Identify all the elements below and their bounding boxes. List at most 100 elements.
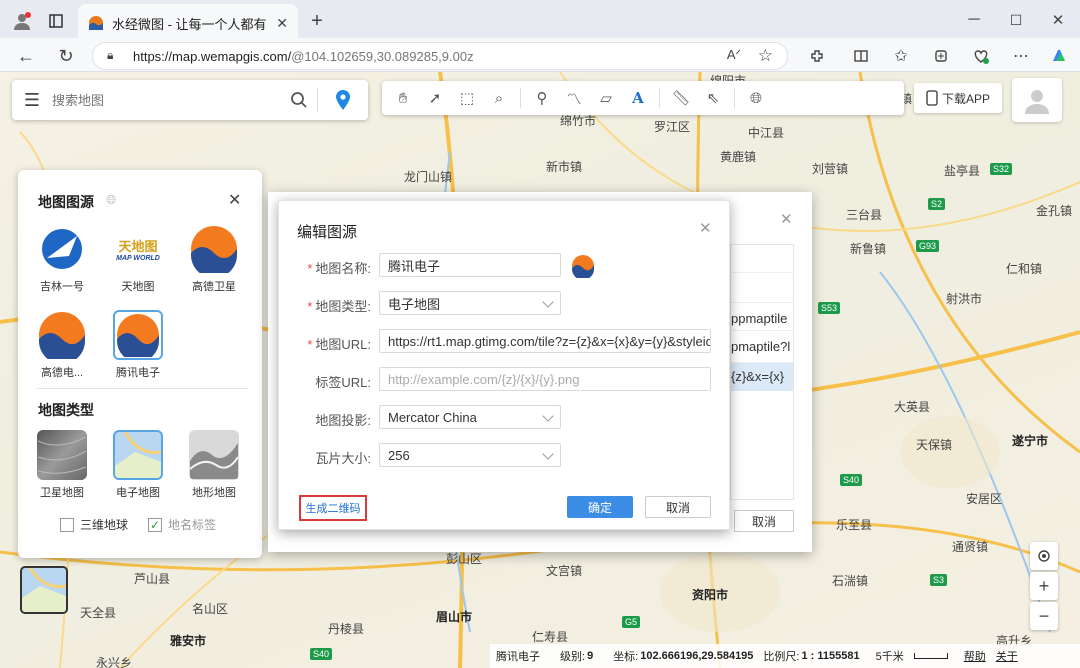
name-input[interactable]: 腾讯电子	[379, 253, 561, 277]
pan-hand-icon[interactable]: ✋︎	[392, 87, 414, 109]
back-icon[interactable]: ←	[14, 44, 38, 68]
tab-close-icon[interactable]: ✕	[276, 15, 288, 32]
status-bar: 腾讯电子 级别: 9 坐标: 102.666196,29.584195 比例尺: 1 …	[490, 644, 1080, 668]
toolbar-divider	[734, 88, 735, 108]
confirm-button[interactable]: 确定	[567, 496, 633, 518]
source-gaode-map[interactable]: 高德电...	[34, 310, 90, 380]
reload-icon[interactable]: ↻	[54, 44, 78, 68]
dialog-close-icon[interactable]: ✕	[699, 219, 712, 237]
copilot-icon[interactable]	[1048, 45, 1070, 67]
place-label: 乐至县	[836, 518, 873, 532]
source-label: 吉林一号	[40, 281, 84, 293]
checkbox-box[interactable]	[60, 517, 74, 532]
read-aloud-icon[interactable]: A͏ᐟ	[727, 47, 741, 63]
measure-ruler-icon[interactable]: 📏︎	[670, 87, 692, 109]
new-tab-icon[interactable]: +	[306, 10, 328, 32]
projection-select[interactable]: Mercator China	[379, 405, 561, 429]
chevron-down-icon	[542, 448, 554, 460]
panel-divider	[36, 388, 248, 389]
lock-icon[interactable]: 🔒︎	[107, 48, 113, 63]
address-bar[interactable]: 🔒︎ https://map.wemapgis.com/@104.102659,…	[92, 42, 788, 70]
layer-switch-button[interactable]	[20, 566, 68, 614]
search-input[interactable]	[52, 92, 281, 108]
tag-url-label: 标签URL:	[315, 375, 371, 390]
box-select-icon[interactable]: ⬚	[456, 87, 478, 109]
polygon-tool-icon[interactable]: ▱	[595, 87, 617, 109]
help-link[interactable]: 帮助	[964, 648, 986, 664]
favorite-star-icon[interactable]: ☆	[758, 46, 773, 66]
place-label: 龙门山镇	[404, 170, 453, 184]
type-select[interactable]: 电子地图	[379, 291, 561, 315]
checkbox-box-checked[interactable]: ✓	[148, 517, 162, 532]
place-label: 安居区	[966, 492, 1003, 506]
generate-qr-button[interactable]: 生成二维码	[299, 495, 367, 521]
place-label: 雅安市	[170, 634, 207, 648]
profile-icon[interactable]	[10, 9, 34, 33]
search-icon[interactable]	[281, 91, 317, 109]
panel-close-icon[interactable]: ✕	[228, 190, 241, 210]
active-tab[interactable]: 水经微图 - 让每一个人都有自己的 ✕	[78, 4, 298, 42]
type-satellite[interactable]: 卫星地图	[34, 430, 90, 500]
status-source: 腾讯电子	[496, 651, 540, 663]
source-tencent[interactable]: 腾讯电子	[110, 310, 166, 380]
zoom-in-button[interactable]: +	[1030, 572, 1058, 600]
list-cell-selected: {z}&x={x}	[731, 363, 793, 391]
back-dialog-close-icon[interactable]: ✕	[780, 210, 793, 228]
road-shield: S32	[990, 163, 1013, 175]
tab-actions-icon[interactable]	[46, 11, 66, 31]
globe-3d-checkbox[interactable]: 三维地球	[60, 516, 128, 533]
place-label: 仁和镇	[1006, 262, 1043, 276]
select-pointer-icon[interactable]: ➚	[424, 87, 446, 109]
marker-tool-icon[interactable]: ⚲	[531, 87, 553, 109]
globe-icon[interactable]: 🌐︎	[745, 87, 767, 109]
electronic-thumbnail	[113, 430, 163, 480]
more-menu-icon[interactable]: ⋯	[1010, 45, 1032, 67]
tag-url-input[interactable]: http://example.com/{z}/{x}/{y}.png	[379, 367, 711, 391]
extensions-icon[interactable]	[806, 45, 828, 67]
status-level-label: 级别:	[560, 651, 586, 663]
split-screen-icon[interactable]	[850, 45, 872, 67]
type-terrain[interactable]: 地形地图	[186, 430, 242, 500]
back-cancel-button[interactable]: 取消	[734, 510, 794, 532]
place-label: 通贤镇	[952, 540, 989, 554]
menu-icon[interactable]: ☰	[12, 90, 52, 111]
source-gaode-satellite[interactable]: 高德卫星	[186, 224, 242, 294]
place-label-checkbox[interactable]: ✓ 地名标签	[148, 516, 216, 533]
site-favicon	[89, 16, 103, 30]
type-electronic[interactable]: 电子地图	[110, 430, 166, 500]
favorites-icon[interactable]: ✩	[890, 45, 912, 67]
checkbox-label: 三维地球	[80, 518, 129, 532]
phone-icon	[926, 90, 938, 106]
browser-essentials-icon[interactable]	[970, 45, 992, 67]
source-jilin[interactable]: 吉林一号	[34, 224, 90, 294]
scalebar	[913, 653, 948, 659]
url-input[interactable]: https://rt1.map.gtimg.com/tile?z={z}&x={…	[379, 329, 711, 353]
locate-me-button[interactable]	[1030, 542, 1058, 570]
tile-size-select[interactable]: 256	[379, 443, 561, 467]
info-pointer-icon[interactable]: ⇖	[702, 87, 724, 109]
about-link[interactable]: 关于	[996, 648, 1018, 664]
download-app-button[interactable]: 下载APP	[914, 83, 1002, 113]
url-rest: @104.102659,30.089285,9.00z	[291, 48, 474, 64]
zoom-box-icon[interactable]: ⌕	[488, 87, 510, 109]
panel-source-title: 地图图源	[38, 194, 94, 210]
map-toolbar: ✋︎ ➚ ⬚ ⌕ ⚲ 〽 ▱ A 📏︎ ⇖ 🌐︎	[382, 81, 904, 115]
road-shield: G93	[916, 240, 940, 252]
location-pin-icon[interactable]	[318, 89, 368, 111]
panel-type-title: 地图类型	[38, 402, 94, 418]
minimize-icon[interactable]: ─	[962, 10, 986, 30]
cancel-button[interactable]: 取消	[645, 496, 711, 518]
status-scale: 1 : 1155581	[801, 650, 860, 662]
source-tianditu[interactable]: 天地图 MAP WORLD 天地图	[110, 224, 166, 294]
globe-small-icon[interactable]: 🌐︎	[106, 192, 116, 208]
close-window-icon[interactable]: ✕	[1046, 10, 1070, 30]
text-tool-icon[interactable]: A	[627, 87, 649, 109]
chevron-down-icon	[542, 296, 554, 308]
place-label: 资阳市	[692, 588, 729, 602]
user-avatar[interactable]	[1012, 78, 1062, 122]
maximize-icon[interactable]: ☐	[1004, 10, 1028, 30]
zoom-out-button[interactable]: −	[1030, 602, 1058, 630]
list-cell: ppmaptile	[731, 303, 793, 331]
polyline-tool-icon[interactable]: 〽	[563, 87, 585, 109]
collections-icon[interactable]	[930, 45, 952, 67]
